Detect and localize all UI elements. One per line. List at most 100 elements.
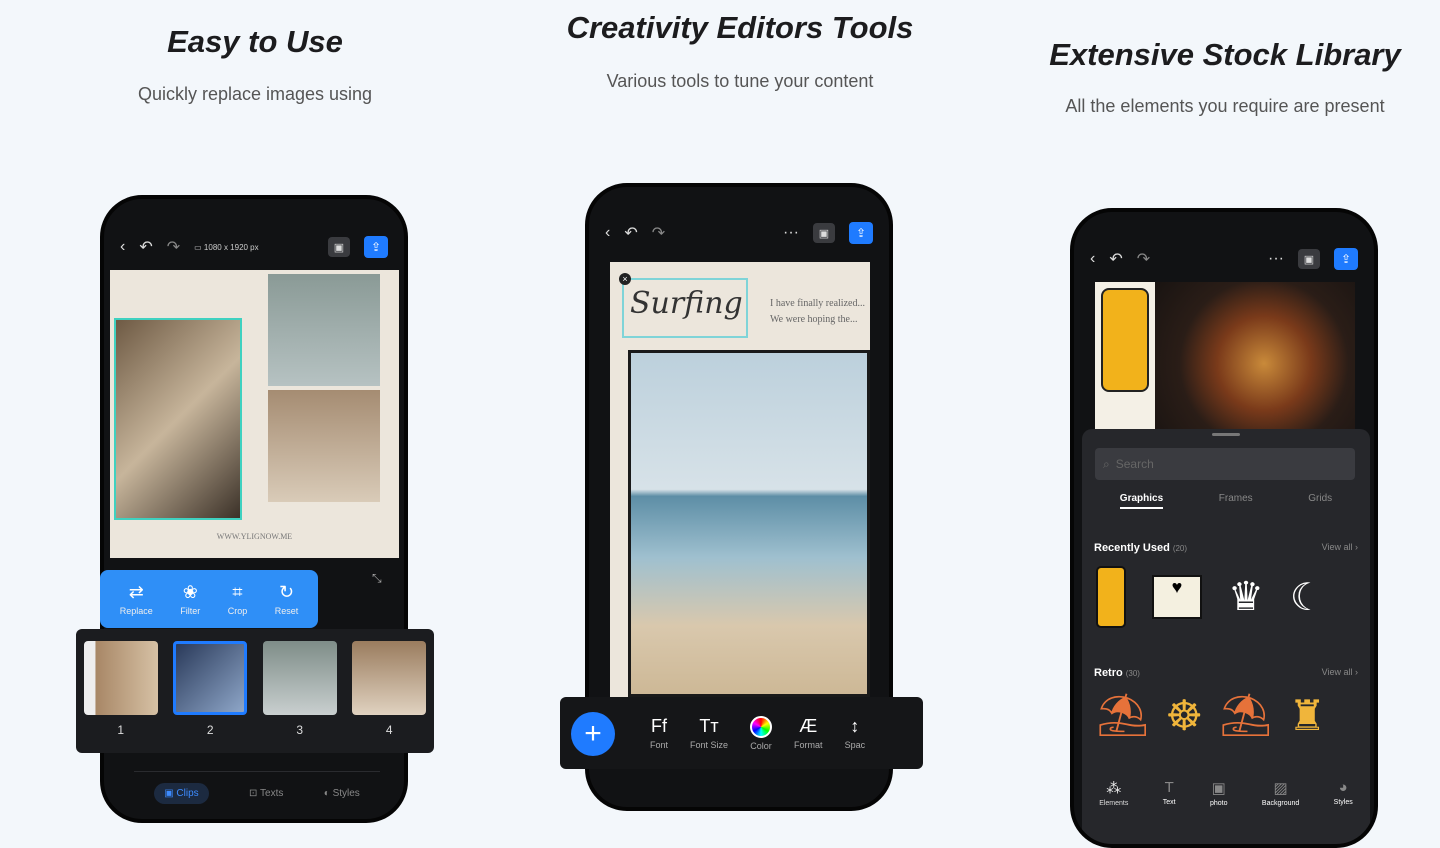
back-icon[interactable]: ‹ bbox=[120, 238, 125, 256]
redo-icon[interactable]: ↷ bbox=[652, 223, 665, 243]
undo-icon[interactable]: ↶ bbox=[624, 223, 637, 243]
tool-label: Font Size bbox=[690, 740, 729, 750]
more-icon[interactable]: ··· bbox=[783, 224, 799, 242]
back-icon[interactable]: ‹ bbox=[1090, 250, 1095, 268]
format-icon: Æ bbox=[799, 716, 818, 736]
close-icon[interactable]: × bbox=[619, 273, 631, 285]
tab-label: Styles bbox=[332, 788, 360, 799]
sticker-icecream[interactable] bbox=[1096, 566, 1126, 628]
view-all-link[interactable]: View all › bbox=[1322, 667, 1358, 679]
sticker-lamp[interactable]: ♜ bbox=[1288, 691, 1326, 740]
undo-icon[interactable]: ↶ bbox=[1109, 249, 1122, 269]
font-icon: Ff bbox=[651, 716, 667, 736]
save-icon[interactable]: ▣ bbox=[813, 223, 835, 243]
tool-label: Crop bbox=[227, 606, 248, 616]
save-icon[interactable]: ▣ bbox=[328, 237, 350, 257]
section-title: Creativity Editors Tools bbox=[566, 10, 914, 45]
clip-item[interactable]: 4 bbox=[352, 641, 427, 753]
photo-selected[interactable] bbox=[114, 318, 242, 520]
filter-button[interactable]: ❀ Filter bbox=[180, 582, 200, 616]
font-button[interactable]: Ff Font bbox=[650, 716, 668, 750]
sticker-speech-heart[interactable]: ♥ bbox=[1152, 575, 1202, 619]
export-icon[interactable]: ⇪ bbox=[849, 222, 873, 244]
tool-label: Replace bbox=[119, 606, 153, 616]
format-button[interactable]: Æ Format bbox=[794, 716, 823, 750]
canvas-size-label: 1080 x 1920 px bbox=[203, 242, 259, 252]
tab-texts[interactable]: ⊡ Texts bbox=[249, 788, 283, 799]
export-icon[interactable]: ⇪ bbox=[1334, 248, 1358, 270]
tool-label: Reset bbox=[274, 606, 299, 616]
nav-label: Background bbox=[1261, 800, 1300, 807]
sticker-carousel[interactable]: ⛱ bbox=[1096, 691, 1149, 740]
tab-frames[interactable]: Frames bbox=[1219, 493, 1253, 509]
clip-number: 4 bbox=[385, 723, 393, 737]
section-count: (30) bbox=[1125, 669, 1140, 678]
expand-icon[interactable]: ⤡ bbox=[372, 571, 382, 586]
search-input[interactable]: ⌕ Search bbox=[1095, 448, 1355, 480]
section-title: Extensive Stock Library bbox=[1049, 37, 1401, 72]
crop-button[interactable]: ⌗ Crop bbox=[228, 582, 248, 616]
nav-styles[interactable]: ◕ Styles bbox=[1334, 779, 1353, 807]
photo[interactable] bbox=[268, 390, 380, 502]
nav-background[interactable]: ▨ Background bbox=[1262, 779, 1299, 807]
nav-photo[interactable]: ▣ photo bbox=[1210, 779, 1228, 807]
elements-panel: ⌕ Search Graphics Frames Grids Recently U… bbox=[1082, 429, 1370, 844]
search-icon: ⌕ bbox=[1103, 456, 1110, 471]
sticker-card[interactable] bbox=[1095, 282, 1155, 430]
photo-icon: ▣ bbox=[1211, 780, 1226, 797]
retro-items: ⛱ ☸ ⛱ ♜ bbox=[1096, 691, 1326, 740]
more-icon[interactable]: ··· bbox=[1268, 250, 1284, 268]
tool-label: Format bbox=[794, 740, 823, 750]
canvas-footer: WWW.YLIGNOW.ME bbox=[216, 532, 293, 541]
undo-icon[interactable]: ↶ bbox=[139, 237, 152, 257]
back-icon[interactable]: ‹ bbox=[605, 224, 610, 242]
phone-stock-library: ‹ ↶ ↷ ··· ▣ ⇪ ⌕ Search Graphics Frames Gr… bbox=[1070, 208, 1378, 848]
canvas-size[interactable]: ▭ 1080 x 1920 px bbox=[194, 243, 259, 252]
reset-icon: ↻ bbox=[278, 582, 295, 602]
photo[interactable] bbox=[268, 274, 380, 386]
clip-item[interactable]: 3 bbox=[262, 641, 337, 753]
tab-styles[interactable]: ◐ Styles bbox=[324, 788, 360, 799]
view-all-link[interactable]: View all › bbox=[1322, 542, 1358, 554]
nav-text[interactable]: T Text bbox=[1163, 779, 1176, 807]
nav-elements[interactable]: ⁂ Elements bbox=[1099, 779, 1128, 807]
recent-items: ♥ ♛ ☾ bbox=[1096, 566, 1324, 628]
photo-surfers[interactable] bbox=[628, 350, 870, 697]
spacing-button[interactable]: ↕ Spac bbox=[845, 716, 866, 750]
sticker-moon[interactable]: ☾ bbox=[1290, 575, 1324, 620]
view-all-label: View all bbox=[1321, 542, 1353, 552]
tool-label: Spac bbox=[844, 740, 866, 750]
clip-item[interactable]: 1 bbox=[83, 641, 158, 753]
save-icon[interactable]: ▣ bbox=[1298, 249, 1320, 269]
color-button[interactable]: Color bbox=[750, 715, 773, 751]
redo-icon[interactable]: ↷ bbox=[1137, 249, 1150, 269]
font-size-button[interactable]: Tт Font Size bbox=[690, 716, 728, 750]
replace-button[interactable]: ⇄ Replace bbox=[120, 582, 153, 616]
section-subtitle: Quickly replace images using bbox=[137, 84, 373, 104]
font-size-icon: Tт bbox=[699, 716, 719, 736]
tab-clips[interactable]: ▣ Clips bbox=[154, 783, 209, 804]
canvas[interactable]: Surfing I have finally realized... We we… bbox=[610, 262, 870, 697]
clip-item-selected[interactable]: 2 bbox=[173, 641, 248, 753]
add-button[interactable]: + bbox=[571, 712, 615, 756]
clip-number: 1 bbox=[117, 723, 125, 737]
elements-icon: ⁂ bbox=[1106, 780, 1122, 797]
canvas[interactable]: WWW.YLIGNOW.ME bbox=[110, 270, 399, 558]
reset-button[interactable]: ↻ Reset bbox=[275, 582, 299, 616]
tab-grids[interactable]: Grids bbox=[1308, 493, 1332, 509]
tab-graphics[interactable]: Graphics bbox=[1119, 493, 1164, 509]
body-text[interactable]: I have finally realized... We were hopin… bbox=[770, 296, 868, 328]
export-icon[interactable]: ⇪ bbox=[364, 236, 388, 258]
canvas[interactable] bbox=[1095, 282, 1355, 430]
section-title: Easy to Use bbox=[167, 24, 343, 59]
sticker-ferris-wheel[interactable]: ☸ bbox=[1165, 691, 1203, 740]
sticker-crown[interactable]: ♛ bbox=[1228, 574, 1264, 620]
tool-label: Filter bbox=[180, 606, 201, 616]
drag-handle[interactable] bbox=[1212, 433, 1240, 436]
headline-text-box[interactable]: Surfing bbox=[622, 278, 748, 338]
tab-label: Texts bbox=[260, 788, 284, 799]
redo-icon[interactable]: ↷ bbox=[167, 237, 180, 257]
sticker-carousel[interactable]: ⛱ bbox=[1219, 691, 1272, 740]
tool-label: Color bbox=[750, 740, 772, 751]
section-heading: Retro bbox=[1094, 667, 1123, 679]
